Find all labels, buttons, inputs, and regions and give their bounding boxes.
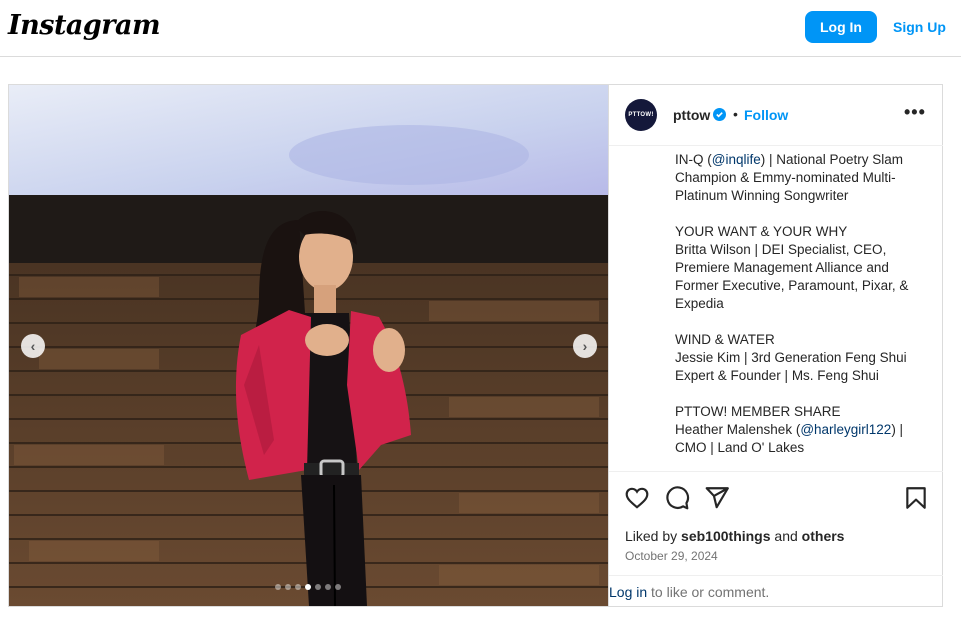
carousel-dot <box>285 584 291 590</box>
avatar[interactable]: PTTOW! <box>625 99 657 131</box>
avatar-text: PTTOW! <box>628 112 654 118</box>
post-card: ‹ › PTTOW! pttow • Follow ••• IN-Q (@inq… <box>8 84 943 607</box>
mention-link[interactable]: @inqlife <box>712 152 761 167</box>
share-icon[interactable] <box>704 485 730 511</box>
comment-icon[interactable] <box>664 485 690 511</box>
login-button[interactable]: Log In <box>805 11 877 43</box>
signup-link[interactable]: Sign Up <box>893 19 946 35</box>
post-media[interactable]: ‹ › <box>9 85 608 606</box>
carousel-indicator <box>275 584 341 590</box>
carousel-dot <box>335 584 341 590</box>
liked-user-link[interactable]: seb100things <box>681 528 770 544</box>
chevron-right-icon: › <box>582 338 588 354</box>
chevron-left-icon: ‹ <box>30 338 36 354</box>
instagram-logo[interactable]: Instagram <box>8 10 161 41</box>
carousel-dot-active <box>305 584 311 590</box>
separator-dot: • <box>733 106 738 122</box>
carousel-dot <box>325 584 331 590</box>
next-slide-button[interactable]: › <box>573 334 597 358</box>
caption-block: WIND & WATER Jessie Kim | 3rd Generation… <box>675 332 907 383</box>
carousel-dot <box>315 584 321 590</box>
caption-block: IN-Q (@inqlife) | National Poetry Slam C… <box>675 152 904 203</box>
likes-summary: Liked by seb100things and others <box>625 528 845 544</box>
liked-others-link[interactable]: others <box>802 528 845 544</box>
bookmark-icon[interactable] <box>903 485 929 511</box>
carousel-dot <box>275 584 281 590</box>
heart-icon[interactable] <box>624 485 650 511</box>
post-caption: IN-Q (@inqlife) | National Poetry Slam C… <box>675 151 925 475</box>
comment-bar: Log in to like or comment. <box>609 575 943 606</box>
username[interactable]: pttow <box>673 107 710 123</box>
mention-link[interactable]: @harleygirl122 <box>800 422 891 437</box>
post-photo <box>9 85 608 606</box>
carousel-dot <box>295 584 301 590</box>
post-header: PTTOW! pttow • Follow ••• <box>609 85 943 146</box>
more-options-icon[interactable]: ••• <box>904 102 926 123</box>
post-date[interactable]: October 29, 2024 <box>625 549 718 563</box>
prev-slide-button[interactable]: ‹ <box>21 334 45 358</box>
top-bar: Instagram Log In Sign Up <box>0 0 961 57</box>
verified-badge-icon <box>713 108 726 121</box>
follow-button[interactable]: Follow <box>744 107 788 123</box>
caption-block: YOUR WANT & YOUR WHY Britta Wilson | DEI… <box>675 224 909 311</box>
actions-divider <box>609 471 943 472</box>
post-sidebar: PTTOW! pttow • Follow ••• IN-Q (@inqlife… <box>608 85 943 606</box>
caption-block: PTTOW! MEMBER SHARE Heather Malenshek (@… <box>675 404 904 455</box>
login-link[interactable]: Log in <box>609 584 647 600</box>
